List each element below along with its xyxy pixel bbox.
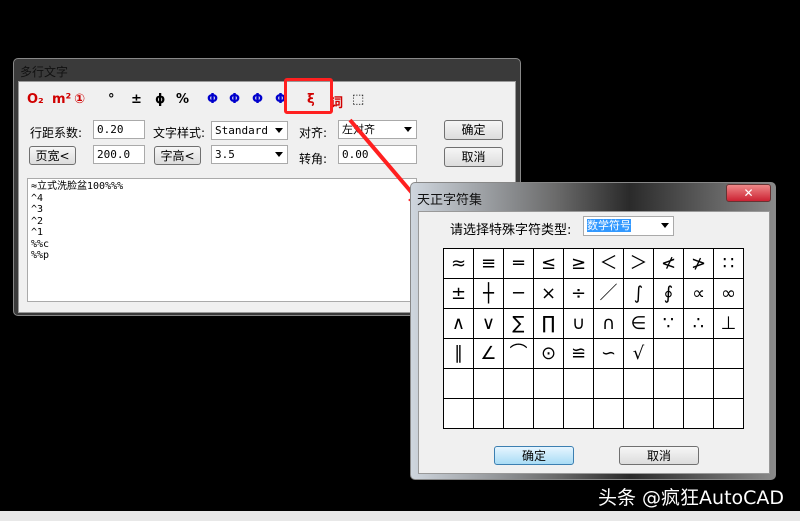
symbol-cell[interactable] <box>624 399 654 429</box>
char-type-value: 数学符号 <box>587 219 631 232</box>
symbol-cell[interactable] <box>504 399 534 429</box>
symbol-cell[interactable]: ┼ <box>474 279 504 309</box>
symbol-cell[interactable]: ⊥ <box>714 309 744 339</box>
symbol-cell[interactable]: ／ <box>594 279 624 309</box>
symbol-cell[interactable]: ∽ <box>594 339 624 369</box>
symbol-cell[interactable]: ÷ <box>564 279 594 309</box>
symbol-cell[interactable] <box>564 369 594 399</box>
char-dialog-title: 天正字符集 <box>417 193 483 208</box>
symbol-cell[interactable]: ∈ <box>624 309 654 339</box>
close-icon: ✕ <box>743 186 754 200</box>
symbol-cell[interactable]: ≥ <box>564 249 594 279</box>
symbol-cell[interactable]: ＞ <box>624 249 654 279</box>
symbol-cell[interactable]: ∩ <box>594 309 624 339</box>
symbol-cell[interactable]: ≌ <box>564 339 594 369</box>
symbol-cell[interactable]: ∨ <box>474 309 504 339</box>
symbol-cell[interactable]: ∠ <box>474 339 504 369</box>
symbol-cell[interactable] <box>534 369 564 399</box>
watermark: 头条 @疯狂AutoCAD <box>598 487 785 509</box>
symbol-cell[interactable]: ≡ <box>474 249 504 279</box>
symbol-cell[interactable] <box>654 369 684 399</box>
symbol-cell[interactable]: × <box>534 279 564 309</box>
symbol-cell[interactable] <box>654 339 684 369</box>
symbol-cell[interactable]: ∞ <box>714 279 744 309</box>
symbol-cell[interactable] <box>444 369 474 399</box>
symbol-cell[interactable]: ∴ <box>684 309 714 339</box>
bottom-scrollbar[interactable] <box>0 511 800 521</box>
symbol-cell[interactable] <box>474 369 504 399</box>
symbol-cell[interactable]: ∮ <box>654 279 684 309</box>
symbol-cell[interactable] <box>684 369 714 399</box>
chevron-down-icon <box>661 223 669 228</box>
symbol-cell[interactable]: ⌒ <box>504 339 534 369</box>
symbol-cell[interactable]: ∷ <box>714 249 744 279</box>
symbol-cell[interactable] <box>714 399 744 429</box>
char-cancel-button[interactable]: 取消 <box>619 446 699 465</box>
symbol-cell[interactable]: √ <box>624 339 654 369</box>
symbol-cell[interactable] <box>624 369 654 399</box>
symbol-grid: ≈ ≡ ═ ≤ ≥ ＜＞ ≮ ≯ ∷ ± ┼ ─ × ÷ ／ ∫ ∮ ∝ ∞ ∧ ∨ ∑ ∏ ∪ ∩ ∈ ∵ ∴ ⊥ ∥ ∠ ⌒ ⊙ ≌ ∽ √ <box>443 248 744 429</box>
symbol-cell[interactable]: ∏ <box>534 309 564 339</box>
char-type-label: 请选择特殊字符类型: <box>450 223 572 238</box>
symbol-cell[interactable]: ⊙ <box>534 339 564 369</box>
symbol-cell[interactable] <box>654 399 684 429</box>
symbol-cell[interactable]: ≈ <box>444 249 474 279</box>
symbol-cell[interactable]: ∪ <box>564 309 594 339</box>
symbol-cell[interactable] <box>594 399 624 429</box>
symbol-cell[interactable]: ─ <box>504 279 534 309</box>
symbol-cell[interactable] <box>594 369 624 399</box>
symbol-cell[interactable] <box>474 399 504 429</box>
close-button[interactable]: ✕ <box>726 184 771 202</box>
symbol-cell[interactable]: ∥ <box>444 339 474 369</box>
symbol-cell[interactable]: ∫ <box>624 279 654 309</box>
symbol-cell[interactable]: ≤ <box>534 249 564 279</box>
symbol-cell[interactable] <box>534 399 564 429</box>
symbol-cell[interactable]: ± <box>444 279 474 309</box>
symbol-cell[interactable] <box>714 339 744 369</box>
symbol-cell[interactable]: ∧ <box>444 309 474 339</box>
symbol-cell[interactable] <box>564 399 594 429</box>
char-ok-button[interactable]: 确定 <box>494 446 574 465</box>
symbol-cell[interactable] <box>504 369 534 399</box>
symbol-cell[interactable]: ∑ <box>504 309 534 339</box>
symbol-cell[interactable]: ∝ <box>684 279 714 309</box>
symbol-cell[interactable] <box>684 399 714 429</box>
symbol-cell[interactable]: ∵ <box>654 309 684 339</box>
symbol-cell[interactable] <box>444 399 474 429</box>
symbol-cell[interactable]: ＜ <box>594 249 624 279</box>
char-type-select[interactable]: 数学符号 <box>583 216 674 236</box>
symbol-cell[interactable] <box>684 339 714 369</box>
symbol-cell[interactable]: ≯ <box>684 249 714 279</box>
symbol-cell[interactable]: ═ <box>504 249 534 279</box>
symbol-cell[interactable] <box>714 369 744 399</box>
symbol-cell[interactable]: ≮ <box>654 249 684 279</box>
